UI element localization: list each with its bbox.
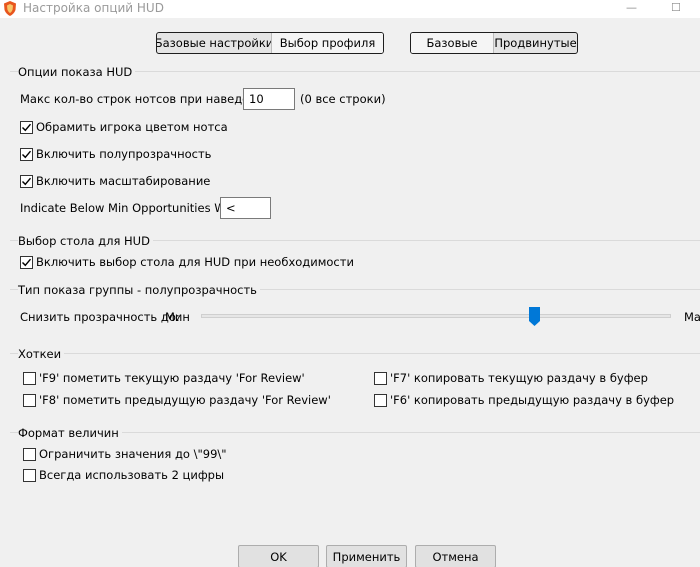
max-rows-input[interactable]: 10: [243, 88, 295, 110]
scaling-checkbox[interactable]: [20, 175, 33, 188]
table-select-checkbox[interactable]: [20, 256, 33, 269]
hotkey-f6-label: 'F6' копировать предыдущую раздачу в буф…: [390, 393, 675, 407]
two-digits-checkbox[interactable]: [23, 469, 36, 482]
mode-tab-group: Базовые Продвинутые: [410, 32, 578, 54]
apply-button[interactable]: Применить: [326, 545, 407, 567]
hotkey-f9-checkbox[interactable]: [23, 372, 36, 385]
transparency-checkbox[interactable]: [20, 148, 33, 161]
hotkey-f6-checkbox[interactable]: [374, 394, 387, 407]
indicate-input[interactable]: <: [220, 197, 271, 219]
group-transparency-title: Тип показа группы - полупрозрачность: [18, 283, 260, 297]
window-title: Настройка опций HUD: [23, 1, 164, 15]
limit-99-label: Ограничить значения до \"99\": [39, 447, 227, 461]
tab-profile-select[interactable]: Выбор профиля: [271, 33, 383, 53]
hotkey-f7-checkbox[interactable]: [374, 372, 387, 385]
hotkey-f9-label: 'F9' пометить текущую раздачу 'For Revie…: [39, 371, 305, 385]
indicate-label: Indicate Below Min Opportunities With:: [20, 201, 245, 215]
hotkey-f8-label: 'F8' пометить предыдущую раздачу 'For Re…: [39, 393, 331, 407]
slider-min-label: Мин: [165, 310, 190, 324]
max-rows-label: Макс кол-во строк нотсов при наведении:: [20, 92, 276, 106]
hud-options-title: Опции показа HUD: [18, 65, 136, 79]
ok-button[interactable]: OK: [238, 545, 319, 567]
app-icon: [3, 1, 17, 16]
hotkeys-title: Хоткеи: [18, 347, 65, 361]
settings-tab-group: Базовые настройки Выбор профиля: [156, 32, 384, 54]
hotkey-f8-checkbox[interactable]: [23, 394, 36, 407]
transparency-slider-track[interactable]: [201, 314, 671, 318]
transparency-label: Включить полупрозрачность: [36, 147, 212, 161]
tab-basic[interactable]: Базовые: [411, 33, 493, 53]
cancel-button[interactable]: Отмена: [415, 545, 496, 567]
group-divider: [10, 353, 700, 354]
two-digits-label: Всегда использовать 2 цифры: [39, 468, 225, 482]
table-select-title: Выбор стола для HUD: [18, 234, 153, 248]
slider-max-label: Ма: [684, 310, 700, 324]
maximize-button[interactable]: ☐: [671, 1, 681, 15]
limit-99-checkbox[interactable]: [23, 448, 36, 461]
table-select-label: Включить выбор стола для HUD при необход…: [36, 255, 354, 269]
reduce-transparency-label: Снизить прозрачность до:: [20, 310, 180, 324]
tab-advanced[interactable]: Продвинутые: [493, 33, 577, 53]
scaling-label: Включить масштабирование: [36, 174, 211, 188]
tab-basic-settings[interactable]: Базовые настройки: [157, 33, 273, 53]
transparency-slider-thumb[interactable]: [529, 307, 541, 326]
frame-player-label: Обрамить игрока цветом нотса: [36, 120, 228, 134]
minimize-button[interactable]: —: [626, 1, 637, 15]
value-format-title: Формат величин: [18, 426, 122, 440]
hotkey-f7-label: 'F7' копировать текущую раздачу в буфер: [390, 371, 648, 385]
frame-player-checkbox[interactable]: [20, 121, 33, 134]
max-rows-hint: (0 все строки): [300, 92, 386, 106]
